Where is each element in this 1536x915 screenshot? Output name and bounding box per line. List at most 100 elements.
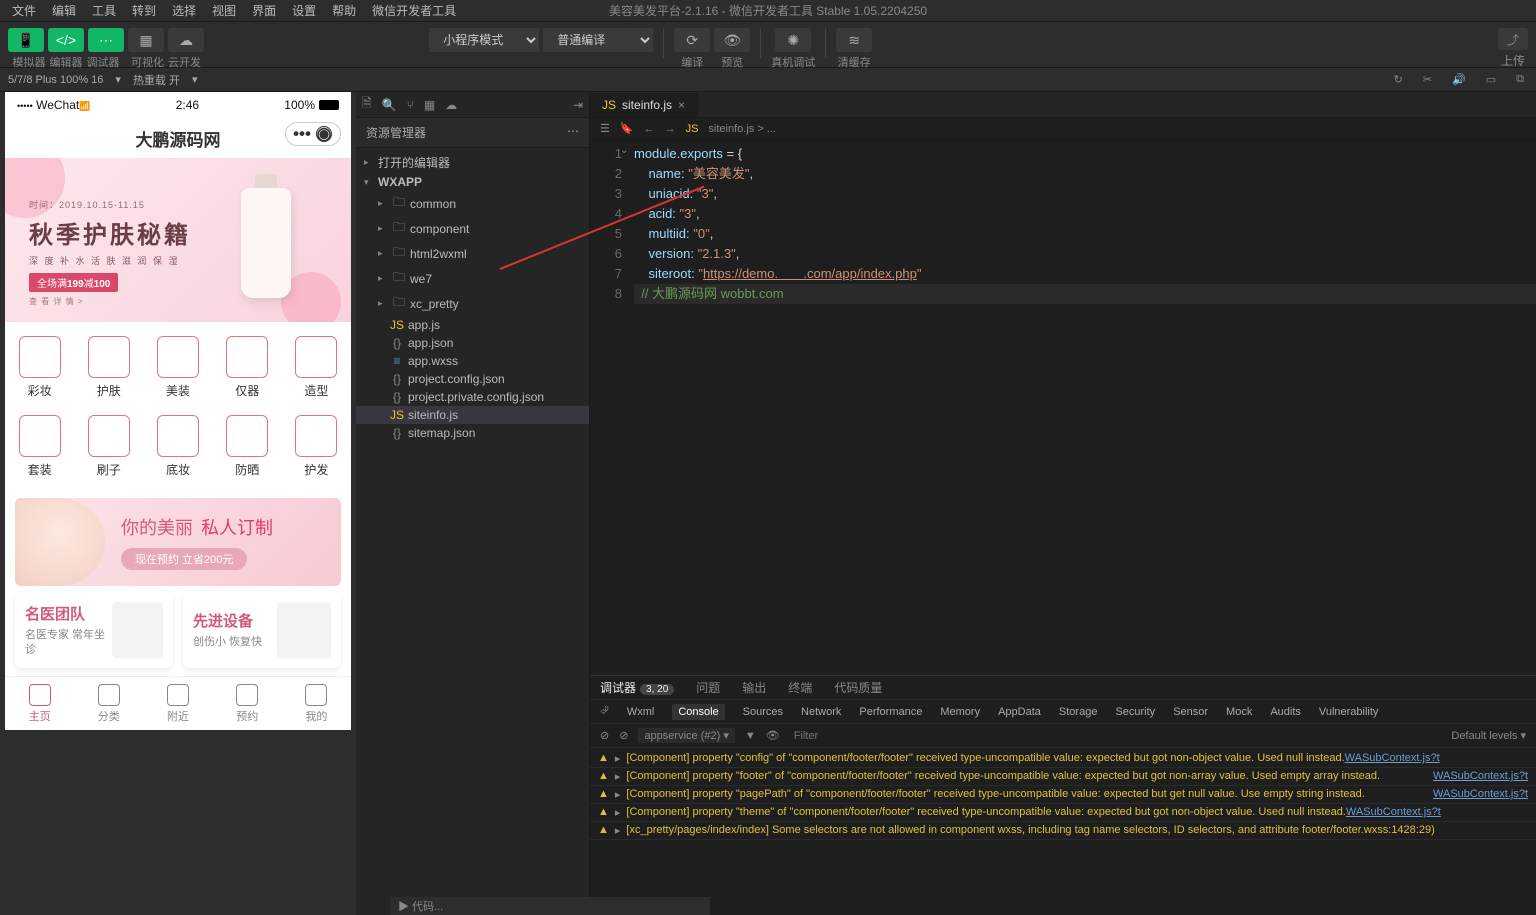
console-entry[interactable]: ▲▸[Component] property "config" of "comp… [590, 750, 1536, 768]
explorer-files-icon[interactable]: 🗎 [362, 94, 372, 115]
bc-outline-icon[interactable]: ☰ [600, 122, 610, 135]
devtools-tab[interactable]: AppData [998, 706, 1041, 718]
editor-tab-siteinfo[interactable]: JSsiteinfo.js× [590, 93, 698, 117]
compile-select[interactable]: 普通编译 [543, 28, 653, 52]
devtools-tab[interactable]: Sensor [1173, 706, 1208, 718]
explorer-collapse-icon[interactable]: ⇥ [573, 98, 583, 112]
cut-icon[interactable]: ✂ [1419, 73, 1436, 86]
tree-folder[interactable]: ▸🗀we7 [356, 266, 589, 291]
devtools-select-icon[interactable]: ⮰ [600, 705, 609, 718]
console-stop-icon[interactable]: ⊘ [619, 729, 628, 742]
float-icon[interactable]: ⧉ [1512, 73, 1528, 86]
phone-icon[interactable]: ▭ [1482, 73, 1500, 86]
tree-file[interactable]: JSapp.js [356, 316, 589, 334]
console-entry[interactable]: ▲▸[xc_pretty/pages/index/index] Some sel… [590, 822, 1536, 840]
explorer-cloud-icon[interactable]: ☁ [445, 98, 457, 112]
devtools-tab[interactable]: Security [1115, 706, 1155, 718]
console-eye-icon[interactable]: 👁 [766, 729, 780, 742]
simulator-btn[interactable]: 📱 [8, 28, 44, 52]
tree-file[interactable]: {}sitemap.json [356, 424, 589, 442]
editor-btn[interactable]: </> [48, 28, 84, 52]
explorer-git-icon[interactable]: ⑂ [407, 98, 414, 112]
category-item[interactable]: 仅器 [213, 330, 282, 405]
console-entry[interactable]: ▲▸[Component] property "pagePath" of "co… [590, 786, 1536, 804]
menu-item[interactable]: 选择 [164, 2, 204, 19]
upload-btn[interactable]: ⤴上传 [1498, 28, 1528, 69]
console-entry[interactable]: ▲▸[Component] property "footer" of "comp… [590, 768, 1536, 786]
bc-fwd-icon[interactable]: → [665, 123, 676, 135]
tree-folder[interactable]: ▸🗀component [356, 216, 589, 241]
menu-item[interactable]: 视图 [204, 2, 244, 19]
panel-tab[interactable]: 输出 [742, 679, 766, 696]
tree-file[interactable]: JSsiteinfo.js [356, 406, 589, 424]
category-item[interactable]: 护发 [282, 409, 351, 484]
feature-card[interactable]: 名医团队名医专家 常年坐诊 [15, 592, 173, 668]
breadcrumb[interactable]: siteinfo.js > ... [708, 123, 776, 135]
menu-item[interactable]: 工具 [84, 2, 124, 19]
tabbar-item[interactable]: 预约 [213, 677, 282, 730]
menu-item[interactable]: 转到 [124, 2, 164, 19]
menu-item[interactable]: 文件 [4, 2, 44, 19]
mode-select[interactable]: 小程序模式 [429, 28, 539, 52]
devtools-tab[interactable]: Sources [743, 706, 783, 718]
speaker-icon[interactable]: 🔊 [1448, 73, 1470, 86]
devtools-tab[interactable]: Wxml [627, 706, 655, 718]
tree-file[interactable]: {}project.private.config.json [356, 388, 589, 406]
fold-icon[interactable]: ⌄ [620, 145, 628, 156]
category-item[interactable]: 刷子 [74, 409, 143, 484]
explorer-more-icon[interactable]: ⋯ [567, 124, 579, 141]
levels-select[interactable]: Default levels ▾ [1451, 729, 1526, 742]
tree-file[interactable]: ≡app.wxss [356, 352, 589, 370]
devtools-tab[interactable]: Vulnerability [1319, 706, 1379, 718]
panel-tab[interactable]: 终端 [788, 679, 812, 696]
tabbar-item[interactable]: 分类 [74, 677, 143, 730]
devtools-tab[interactable]: Storage [1059, 706, 1098, 718]
tree-folder[interactable]: ▸🗀common [356, 191, 589, 216]
tree-folder[interactable]: ▸🗀xc_pretty [356, 291, 589, 316]
category-item[interactable]: 美装 [143, 330, 212, 405]
preview-btn[interactable]: 👁 [714, 28, 750, 52]
console-clear-icon[interactable]: ⊘ [600, 729, 609, 742]
cloud-btn[interactable]: ☁ [168, 28, 204, 52]
compile-btn[interactable]: ⟳ [674, 28, 710, 52]
devtools-tab[interactable]: Memory [940, 706, 980, 718]
tree-root[interactable]: ▾WXAPP [356, 173, 589, 191]
promo-banner[interactable]: 你的美丽私人订制 现在预约 立省200元 [15, 498, 341, 586]
menu-item[interactable]: 设置 [284, 2, 324, 19]
devtools-tab[interactable]: Audits [1270, 706, 1301, 718]
bc-bookmark-icon[interactable]: 🔖 [620, 122, 634, 135]
filter-input[interactable] [790, 728, 1442, 744]
menu-item[interactable]: 编辑 [44, 2, 84, 19]
close-icon[interactable]: × [678, 98, 685, 112]
rotate-icon[interactable]: ↻ [1390, 73, 1407, 86]
category-item[interactable]: 护肤 [74, 330, 143, 405]
clearcache-btn[interactable]: ≋ [836, 28, 872, 52]
feature-card[interactable]: 先进设备创伤小 恢复快 [183, 592, 341, 668]
explorer-search-icon[interactable]: 🔍 [382, 98, 397, 112]
category-item[interactable]: 套装 [5, 409, 74, 484]
devtools-tab[interactable]: Console [672, 704, 724, 720]
device-select[interactable]: 5/7/8 Plus 100% 16 [8, 74, 103, 86]
bc-back-icon[interactable]: ← [644, 123, 655, 135]
debugger-btn[interactable]: ⋯ [88, 28, 124, 52]
panel-tab[interactable]: 调试器3, 20 [600, 679, 674, 696]
tabbar-item[interactable]: 附近 [143, 677, 212, 730]
context-select[interactable]: appservice (#2) ▾ [638, 728, 734, 743]
hero-banner[interactable]: 时间：2019.10.15-11.15 秋季护肤秘籍 深 度 补 水 活 肤 滋… [5, 158, 351, 322]
console-entry[interactable]: ▲▸[Component] property "theme" of "compo… [590, 804, 1536, 822]
capsule-menu-icon[interactable]: ••• [294, 126, 310, 142]
explorer-ext-icon[interactable]: ▦ [424, 98, 435, 112]
devtools-tab[interactable]: Network [801, 706, 841, 718]
category-item[interactable]: 底妆 [143, 409, 212, 484]
tabbar-item[interactable]: 我的 [282, 677, 351, 730]
panel-tab[interactable]: 问题 [696, 679, 720, 696]
menu-item[interactable]: 帮助 [324, 2, 364, 19]
category-item[interactable]: 防晒 [213, 409, 282, 484]
tabbar-item[interactable]: 主页 [5, 677, 74, 730]
menu-item[interactable]: 界面 [244, 2, 284, 19]
devtools-tab[interactable]: Mock [1226, 706, 1252, 718]
devtools-tab[interactable]: Performance [859, 706, 922, 718]
category-item[interactable]: 彩妆 [5, 330, 74, 405]
capsule-close-icon[interactable]: ◉ [316, 126, 332, 142]
realdevice-btn[interactable]: ✺ [775, 28, 811, 52]
